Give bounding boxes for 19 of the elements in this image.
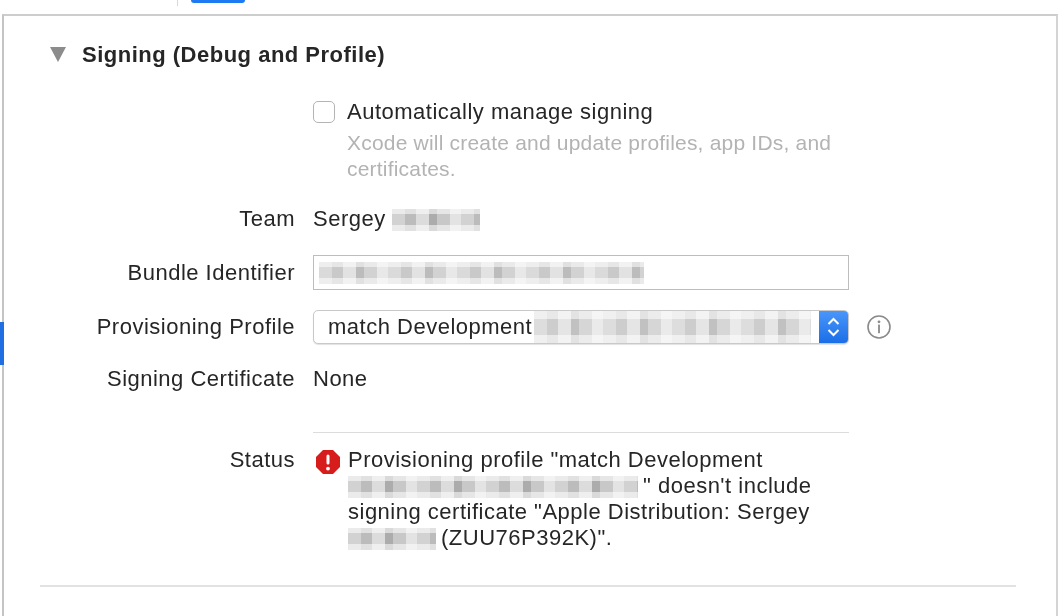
checkbox-description: Xcode will create and update profiles, app IDs, and certificates. <box>347 130 833 182</box>
info-icon[interactable] <box>867 315 891 339</box>
field-label: Signing Certificate <box>105 366 295 392</box>
field-label: Team <box>238 206 295 232</box>
disclosure-triangle-icon[interactable] <box>50 47 66 63</box>
text-field[interactable] <box>313 255 849 290</box>
popup-button[interactable]: match Development <box>313 310 849 344</box>
status-message: Provisioning profile "match Development " doesn't include signing certificate "Apple Distribution: Sergey (ZUU76P392K)". <box>348 447 813 551</box>
tab[interactable] <box>191 0 245 3</box>
checkbox[interactable] <box>313 101 335 123</box>
field-label: Bundle Identifier <box>126 259 295 286</box>
section-heading: Signing (Debug and Profile) <box>82 42 386 68</box>
sidebar-selection-bar <box>0 322 4 365</box>
up-down-arrows-icon[interactable] <box>819 311 848 343</box>
field-value: Sergey <box>313 206 480 232</box>
field-value: None <box>313 366 368 392</box>
checkbox-label: Automatically manage signing <box>347 99 654 125</box>
field-label: Provisioning Profile <box>95 314 295 340</box>
status-label: Status <box>228 447 295 473</box>
